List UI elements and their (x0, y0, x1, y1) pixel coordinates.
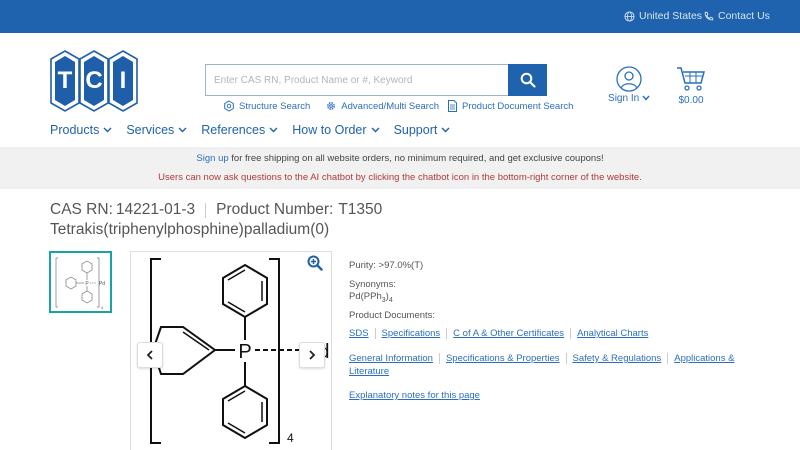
product-number-label: Product Number: (216, 201, 334, 218)
chevron-right-icon (309, 350, 316, 360)
search-input[interactable] (205, 64, 508, 96)
explanatory-notes-link[interactable]: Explanatory notes for this page (349, 390, 480, 401)
documents-row-2: General Information Specifications & Pro… (349, 353, 734, 364)
contact-link[interactable]: Contact Us (703, 10, 770, 22)
main-nav: Products Services References How to Orde… (50, 123, 464, 137)
next-image-button[interactable] (299, 342, 325, 368)
nav-label: How to Order (292, 123, 367, 137)
structure-thumbnail[interactable]: P Pd 4 (49, 251, 112, 313)
advanced-search-label: Advanced/Multi Search (341, 100, 439, 112)
region-label: United States (639, 10, 703, 22)
gear-icon (327, 102, 336, 110)
chevron-down-icon (642, 95, 650, 101)
promo-shipping-text: for free shipping on all website orders,… (231, 153, 604, 164)
search-icon (520, 72, 536, 88)
documents-label: Product Documents: (349, 310, 436, 321)
cas-label: CAS RN: (50, 201, 113, 218)
doc-analytical-charts-link[interactable]: Analytical Charts (577, 328, 648, 339)
nav-label: Support (393, 123, 438, 137)
product-header: CAS RN: 14221-01-3 Product Number: T1350 (50, 201, 382, 219)
promo-banner: Sign up for free shipping on all website… (0, 147, 800, 189)
user-icon (616, 66, 642, 92)
nav-products[interactable]: Products (50, 123, 112, 137)
phone-icon (704, 11, 714, 20)
nav-label: References (201, 123, 266, 137)
doc-divider (570, 328, 572, 339)
nav-support[interactable]: Support (394, 123, 451, 137)
document-search-link[interactable]: Product Document Search (447, 100, 573, 112)
structure-search-link[interactable]: Structure Search (223, 100, 310, 112)
purity: Purity: >97.0%(T) (349, 260, 424, 271)
advanced-search-link[interactable]: Advanced/Multi Search (325, 100, 439, 112)
structure-subscript: 4 (287, 431, 294, 445)
tci-logo[interactable]: T C I (49, 50, 139, 112)
nav-references[interactable]: References (201, 123, 278, 137)
document-search-label: Product Document Search (462, 100, 574, 112)
signup-link[interactable]: Sign up (196, 153, 228, 164)
nav-services[interactable]: Services (126, 123, 187, 137)
signin-label: Sign In (608, 93, 640, 104)
structure-search-label: Structure Search (239, 100, 311, 112)
search-links: Structure Search Advanced/Multi Search P… (223, 99, 588, 113)
doc-specifications-link[interactable]: Specifications (382, 328, 441, 339)
nav-label: Services (126, 123, 175, 137)
nav-how-to-order[interactable]: How to Order (292, 123, 380, 137)
doc-divider (374, 328, 376, 339)
thumb-atom-pd: Pd (99, 281, 105, 287)
zoom-button[interactable] (305, 253, 325, 273)
atom-p: P (238, 341, 251, 363)
logo-letter-c: C (85, 67, 102, 94)
doc-divider (565, 353, 567, 364)
signin-button[interactable]: Sign In (608, 66, 650, 104)
synonym-text: Pd(PPh (349, 291, 382, 302)
promo-line-chatbot: Users can now ask questions to the AI ch… (158, 172, 642, 183)
synonym-sub2: 4 (388, 296, 393, 304)
doc-divider (438, 353, 440, 364)
chevron-down-icon (269, 127, 278, 133)
globe-icon (624, 10, 635, 22)
chevron-left-icon (146, 350, 153, 360)
document-icon (448, 100, 457, 112)
explanatory-notes-row: Explanatory notes for this page (349, 390, 480, 401)
doc-applications-link[interactable]: Applications & (674, 353, 734, 364)
synonyms-label: Synonyms: (349, 279, 396, 290)
cart-button[interactable]: $0.00 (674, 66, 708, 106)
doc-applications-link-cont[interactable]: Literature (349, 366, 389, 377)
logo-letter-t: T (58, 67, 73, 94)
thumb-subscript: 4 (101, 305, 104, 310)
doc-safety-link[interactable]: Safety & Regulations (573, 353, 662, 364)
contact-label: Contact Us (718, 10, 770, 22)
chevron-down-icon (103, 127, 112, 133)
doc-general-information-link[interactable]: General Information (349, 353, 433, 364)
cart-total: $0.00 (678, 95, 704, 106)
cas-number: 14221-01-3 (115, 201, 196, 218)
synonym-value: Pd(PPh3)4 (349, 291, 393, 304)
header-divider (205, 202, 207, 218)
search-bar (205, 64, 547, 96)
logo-letter-i: I (120, 67, 127, 94)
search-button[interactable] (508, 64, 547, 96)
top-bar: United States Contact Us (0, 0, 800, 33)
zoom-in-icon (307, 255, 323, 271)
chevron-down-icon (441, 127, 450, 133)
structure-search-icon (224, 100, 234, 112)
cart-icon (677, 67, 705, 91)
product-name: Tetrakis(triphenylphosphine)palladium(0) (50, 221, 330, 238)
prev-image-button[interactable] (137, 342, 163, 368)
doc-divider (446, 328, 448, 339)
doc-applications-link-tail[interactable]: Literature (349, 366, 389, 377)
thumb-atom-p: P (85, 281, 89, 287)
region-selector[interactable]: United States (624, 10, 702, 22)
doc-coa-link[interactable]: C of A & Other Certificates (453, 328, 564, 339)
doc-sds-link[interactable]: SDS (349, 328, 369, 339)
documents-row-1: SDS Specifications C of A & Other Certif… (349, 328, 648, 339)
chevron-down-icon (371, 127, 380, 133)
chevron-down-icon (178, 127, 187, 133)
promo-line-shipping: Sign up for free shipping on all website… (0, 153, 800, 164)
doc-divider (667, 353, 669, 364)
nav-label: Products (50, 123, 100, 137)
product-number: T1350 (338, 201, 383, 218)
doc-properties-link[interactable]: Specifications & Properties (446, 353, 560, 364)
